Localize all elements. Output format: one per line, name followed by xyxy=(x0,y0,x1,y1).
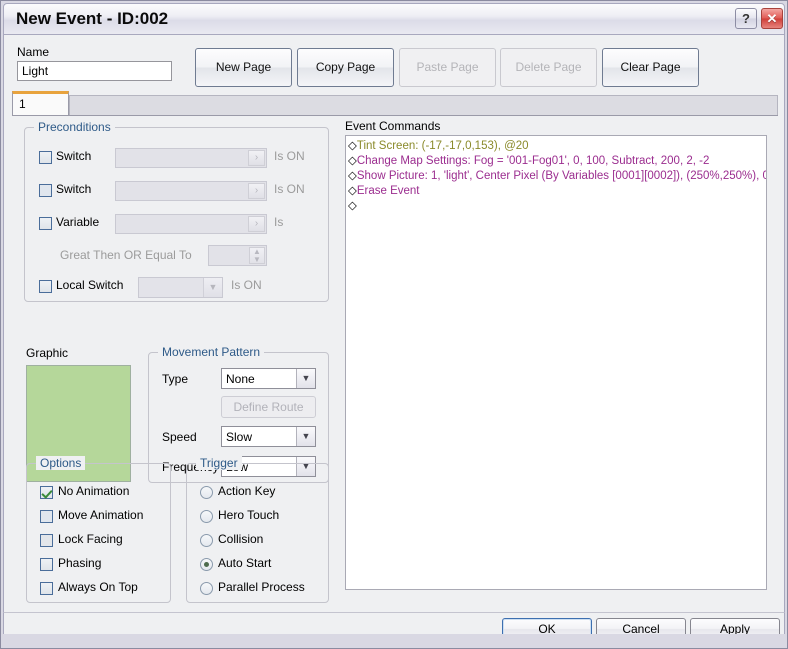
chevron-right-icon: › xyxy=(248,216,265,232)
graphic-label: Graphic xyxy=(26,346,69,360)
trigger-collision-label: Collision xyxy=(218,532,264,546)
local-switch-label: Local Switch xyxy=(56,278,124,292)
option-lock-facing-label: Lock Facing xyxy=(58,532,123,546)
switch2-label: Switch xyxy=(56,182,92,196)
trigger-group: Trigger Action Key Hero Touch Collision … xyxy=(186,456,329,603)
variable-checkbox[interactable] xyxy=(39,217,52,230)
movement-type-combo[interactable]: None ▼ xyxy=(221,368,316,389)
command-diamond-icon: ◇ xyxy=(348,140,357,152)
name-label: Name xyxy=(17,45,50,59)
command-text: Show Picture: 1, 'light', Center Pixel (… xyxy=(356,170,767,182)
local-switch-suffix: Is ON xyxy=(231,278,262,292)
name-input[interactable] xyxy=(17,61,172,81)
switch1-select-field[interactable]: › xyxy=(115,148,267,168)
event-commands-label: Event Commands xyxy=(345,119,441,133)
option-phasing-label: Phasing xyxy=(58,556,102,570)
spinner-arrows-icon[interactable]: ▲ ▼ xyxy=(249,247,265,264)
preconditions-title: Preconditions xyxy=(34,120,115,134)
option-move-animation-checkbox[interactable] xyxy=(40,510,53,523)
option-move-animation-label: Move Animation xyxy=(58,508,144,522)
define-route-button[interactable]: Define Route xyxy=(221,396,316,418)
option-always-on-top-checkbox[interactable] xyxy=(40,582,53,595)
trigger-hero-touch-radio[interactable] xyxy=(200,510,213,523)
local-switch-combo[interactable]: ▼ xyxy=(138,277,223,298)
command-diamond-icon: ◇ xyxy=(348,155,357,167)
page-tabs: 1 xyxy=(12,91,778,116)
trigger-title: Trigger xyxy=(196,456,242,470)
switch1-checkbox[interactable] xyxy=(39,151,52,164)
option-phasing-checkbox[interactable] xyxy=(40,558,53,571)
dialog-content: Name New Page Copy Page Paste Page Delet… xyxy=(3,35,785,612)
options-title: Options xyxy=(36,456,86,470)
variable-label: Variable xyxy=(56,215,100,229)
close-icon[interactable]: ✕ xyxy=(761,8,783,29)
event-command-row[interactable]: ◇Change Map Settings: Fog = '001-Fog01',… xyxy=(348,154,766,169)
help-button[interactable]: ? xyxy=(735,8,757,29)
options-group: Options No Animation Move Animation Lock… xyxy=(26,456,171,603)
option-always-on-top-label: Always On Top xyxy=(58,580,138,594)
movement-pattern-title: Movement Pattern xyxy=(158,345,265,359)
preconditions-group: Preconditions Switch › Is ON Switch › Is… xyxy=(24,120,329,302)
command-diamond-icon: ◇ xyxy=(348,170,357,182)
switch2-suffix: Is ON xyxy=(274,182,305,196)
movement-speed-value: Slow xyxy=(226,430,253,444)
event-command-row[interactable]: ◇Show Picture: 1, 'light', Center Pixel … xyxy=(348,169,766,184)
tab-strip-filler xyxy=(69,95,778,115)
tab-page-1[interactable]: 1 xyxy=(12,91,69,115)
variable-condition-label: Great Then OR Equal To xyxy=(60,248,192,262)
local-switch-checkbox[interactable] xyxy=(39,280,52,293)
option-lock-facing-checkbox[interactable] xyxy=(40,534,53,547)
spinner-down-icon[interactable]: ▼ xyxy=(250,256,264,264)
event-commands-list[interactable]: ◇Tint Screen: (-17,-17,0,153), @20 ◇Chan… xyxy=(345,135,767,590)
variable-condition-spinner[interactable]: ▲ ▼ xyxy=(208,245,267,266)
window-title: New Event - ID:002 xyxy=(16,9,169,28)
chevron-right-icon: › xyxy=(248,183,265,199)
command-text: Tint Screen: (-17,-17,0,153), @20 xyxy=(356,140,529,152)
movement-type-label: Type xyxy=(162,372,189,386)
chevron-down-icon: ▼ xyxy=(203,278,222,297)
trigger-auto-start-label: Auto Start xyxy=(218,556,272,570)
new-page-button[interactable]: New Page xyxy=(195,48,292,87)
command-text: Erase Event xyxy=(356,185,420,197)
chevron-right-icon: › xyxy=(248,150,265,166)
movement-speed-combo[interactable]: Slow ▼ xyxy=(221,426,316,447)
command-text: Change Map Settings: Fog = '001-Fog01', … xyxy=(356,155,710,167)
copy-page-button[interactable]: Copy Page xyxy=(297,48,394,87)
option-no-animation-checkbox[interactable] xyxy=(40,486,53,499)
event-command-row[interactable]: ◇ xyxy=(348,199,766,214)
switch2-checkbox[interactable] xyxy=(39,184,52,197)
variable-select-field[interactable]: › xyxy=(115,214,267,234)
movement-speed-label: Speed xyxy=(162,430,197,444)
delete-page-button[interactable]: Delete Page xyxy=(500,48,597,87)
trigger-hero-touch-label: Hero Touch xyxy=(218,508,280,522)
movement-type-value: None xyxy=(226,372,255,386)
switch1-label: Switch xyxy=(56,149,92,163)
option-no-animation-label: No Animation xyxy=(58,484,130,498)
trigger-parallel-process-radio[interactable] xyxy=(200,582,213,595)
event-command-row[interactable]: ◇Tint Screen: (-17,-17,0,153), @20 xyxy=(348,139,766,154)
switch1-suffix: Is ON xyxy=(274,149,305,163)
trigger-action-key-radio[interactable] xyxy=(200,486,213,499)
trigger-parallel-process-label: Parallel Process xyxy=(218,580,305,594)
switch2-select-field[interactable]: › xyxy=(115,181,267,201)
chevron-down-icon: ▼ xyxy=(296,427,315,446)
status-bar xyxy=(3,634,785,648)
event-command-row[interactable]: ◇Erase Event xyxy=(348,184,766,199)
clear-page-button[interactable]: Clear Page xyxy=(602,48,699,87)
chevron-down-icon: ▼ xyxy=(296,369,315,388)
trigger-collision-radio[interactable] xyxy=(200,534,213,547)
trigger-auto-start-radio[interactable] xyxy=(200,558,213,571)
trigger-action-key-label: Action Key xyxy=(218,484,276,498)
paste-page-button[interactable]: Paste Page xyxy=(399,48,496,87)
title-bar: New Event - ID:002 ? ✕ xyxy=(3,3,785,35)
variable-suffix: Is xyxy=(274,215,284,229)
command-diamond-icon: ◇ xyxy=(348,200,357,212)
event-editor-window: New Event - ID:002 ? ✕ Name New Page Cop… xyxy=(0,0,788,649)
command-diamond-icon: ◇ xyxy=(348,185,357,197)
